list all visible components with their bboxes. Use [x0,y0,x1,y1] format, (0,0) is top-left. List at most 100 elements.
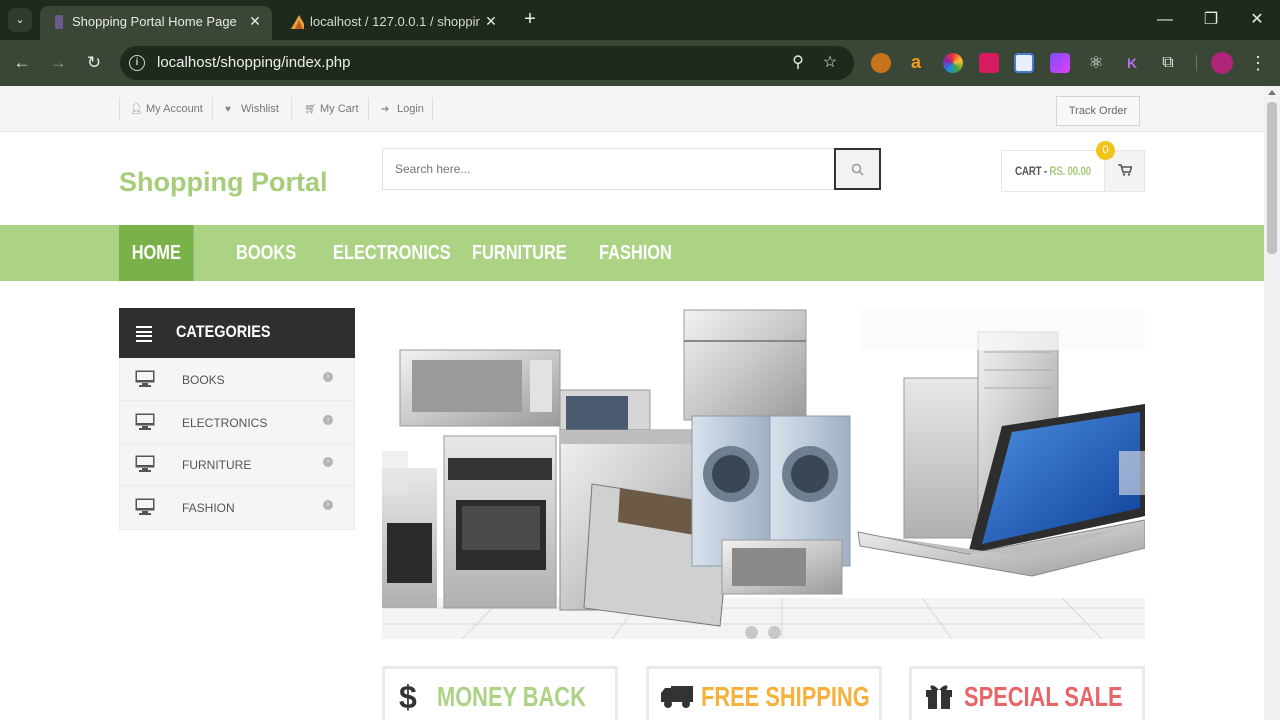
extension-icon-5[interactable] [1014,53,1034,73]
nav-books[interactable]: BOOKS [236,225,296,281]
category-label: ELECTRONICS [182,416,268,430]
profile-avatar[interactable] [1211,52,1233,74]
tab-close-icon[interactable]: ✕ [246,12,264,30]
cart-total: RS. 00.00 [1049,164,1091,178]
svg-text:$: $ [399,680,417,714]
category-item-fashion[interactable]: FASHION › [120,487,354,529]
category-item-books[interactable]: BOOKS › [120,359,354,401]
desktop-icon [135,498,155,515]
feature-special-sale: SPECIAL SALE [909,666,1145,720]
slider-dot-2[interactable] [768,626,781,639]
tab-close-icon[interactable]: ✕ [482,12,500,30]
divider [119,98,120,120]
extensions-puzzle-icon[interactable]: ⧉ [1158,53,1178,73]
dollar-icon: $ [399,680,417,714]
minimize-button[interactable]: — [1142,0,1188,40]
page-favicon [55,15,63,29]
tab-phpmyadmin[interactable]: localhost / 127.0.0.1 / shopping ✕ [278,6,508,40]
extension-icon-4[interactable] [979,53,999,73]
extension-icon-1[interactable] [871,53,891,73]
extension-icon-6[interactable] [1050,53,1070,73]
feature-label: FREE SHIPPING [701,681,870,712]
slider-dot-1[interactable] [745,626,758,639]
desktop-icon [135,370,155,387]
back-button[interactable]: ← [9,50,35,76]
chevron-right-icon: › [323,500,333,510]
desktop-icon [135,413,155,430]
list-icon [136,326,152,342]
login-link[interactable]: ➜ Login [381,102,424,117]
my-account-link[interactable]: 👤︎ My Account [130,102,203,117]
category-item-furniture[interactable]: FURNITURE › [120,444,354,486]
search-input[interactable] [383,149,835,189]
tab-title: Shopping Portal Home Page [72,14,237,29]
browser-tabbar: ⌄ Shopping Portal Home Page ✕ localhost … [0,0,1280,40]
react-devtools-icon[interactable]: ⚛ [1086,53,1106,73]
page-viewport: 👤︎ My Account ♥ Wishlist 🛒︎ My Cart ➜ Login … [0,86,1280,720]
search-button[interactable] [834,148,881,190]
close-window-button[interactable]: ✕ [1234,0,1280,40]
zoom-icon[interactable]: ⚲ [788,53,808,73]
categories-header: CATEGORIES [119,308,355,358]
bookmark-star-icon[interactable]: ☆ [820,53,840,73]
category-item-electronics[interactable]: ELECTRONICS › [120,402,354,444]
reload-button[interactable]: ↻ [81,50,107,76]
tab-shopping-portal[interactable]: Shopping Portal Home Page ✕ [40,6,272,40]
desktop-icon [135,455,155,472]
feature-money-back: $ MONEY BACK [382,666,618,720]
color-picker-extension-icon[interactable] [943,53,963,73]
chevron-right-icon: › [323,372,333,382]
slider-next-button[interactable] [1119,451,1145,495]
hero-slider[interactable] [382,308,1145,639]
extension-k-icon[interactable]: K [1122,53,1142,73]
search-icon [851,163,864,176]
search-box [382,148,835,190]
nav-home[interactable]: HOME [119,225,194,281]
divider [291,98,292,120]
basket-icon [1118,164,1132,176]
address-bar[interactable]: i localhost/shopping/index.php ⚲ ☆ [120,46,854,80]
amazon-extension-icon[interactable]: a [906,53,926,73]
user-icon: 👤︎ [130,104,143,115]
main-navigation: HOME BOOKS ELECTRONICS FURNITURE FASHION [0,225,1264,281]
forward-button[interactable]: → [45,50,71,76]
track-order-button[interactable]: Track Order [1056,96,1140,126]
browser-toolbar: ← → ↻ i localhost/shopping/index.php ⚲ ☆… [0,40,1280,86]
feature-label: SPECIAL SALE [964,681,1123,712]
toolbar-divider [1196,55,1197,71]
nav-fashion[interactable]: FASHION [599,225,672,281]
cart-count-badge: 0 [1096,141,1115,160]
url-text: localhost/shopping/index.php [157,54,351,71]
cart-summary: CART - RS. 00.00 [1015,164,1091,178]
browser-menu-icon[interactable]: ⋮ [1248,52,1268,74]
wishlist-link[interactable]: ♥ Wishlist [225,102,279,117]
page-scrollbar[interactable] [1264,86,1280,720]
slider-prev-button[interactable] [382,451,408,495]
feature-free-shipping: FREE SHIPPING [646,666,882,720]
divider [368,98,369,120]
phpmyadmin-favicon [291,15,304,29]
restore-button[interactable]: ❐ [1188,0,1234,40]
header-cart[interactable]: CART - RS. 00.00 0 [1001,141,1145,192]
site-logo[interactable]: Shopping Portal [119,166,328,198]
chevron-right-icon: › [323,457,333,467]
divider [212,98,213,120]
new-tab-button[interactable]: + [518,8,542,32]
tab-title: localhost / 127.0.0.1 / shopping [310,14,480,29]
gift-icon [926,685,952,709]
truck-icon [661,686,693,708]
feature-label: MONEY BACK [437,681,586,712]
nav-electronics[interactable]: ELECTRONICS [333,225,451,281]
scrollbar-thumb[interactable] [1267,102,1277,254]
top-utility-bar: 👤︎ My Account ♥ Wishlist 🛒︎ My Cart ➜ Login … [0,86,1264,132]
tab-search-button[interactable]: ⌄ [8,8,32,32]
category-label: BOOKS [182,373,225,387]
site-info-icon[interactable]: i [129,55,145,71]
my-cart-link[interactable]: 🛒︎ My Cart [304,102,359,117]
heart-icon: ♥ [225,104,231,115]
categories-sidebar: CATEGORIES BOOKS › ELECTRONICS › FURNITU… [119,308,355,530]
divider [432,98,433,120]
sign-in-icon: ➜ [381,104,390,115]
scroll-up-icon[interactable] [1268,90,1276,95]
nav-furniture[interactable]: FURNITURE [472,225,567,281]
